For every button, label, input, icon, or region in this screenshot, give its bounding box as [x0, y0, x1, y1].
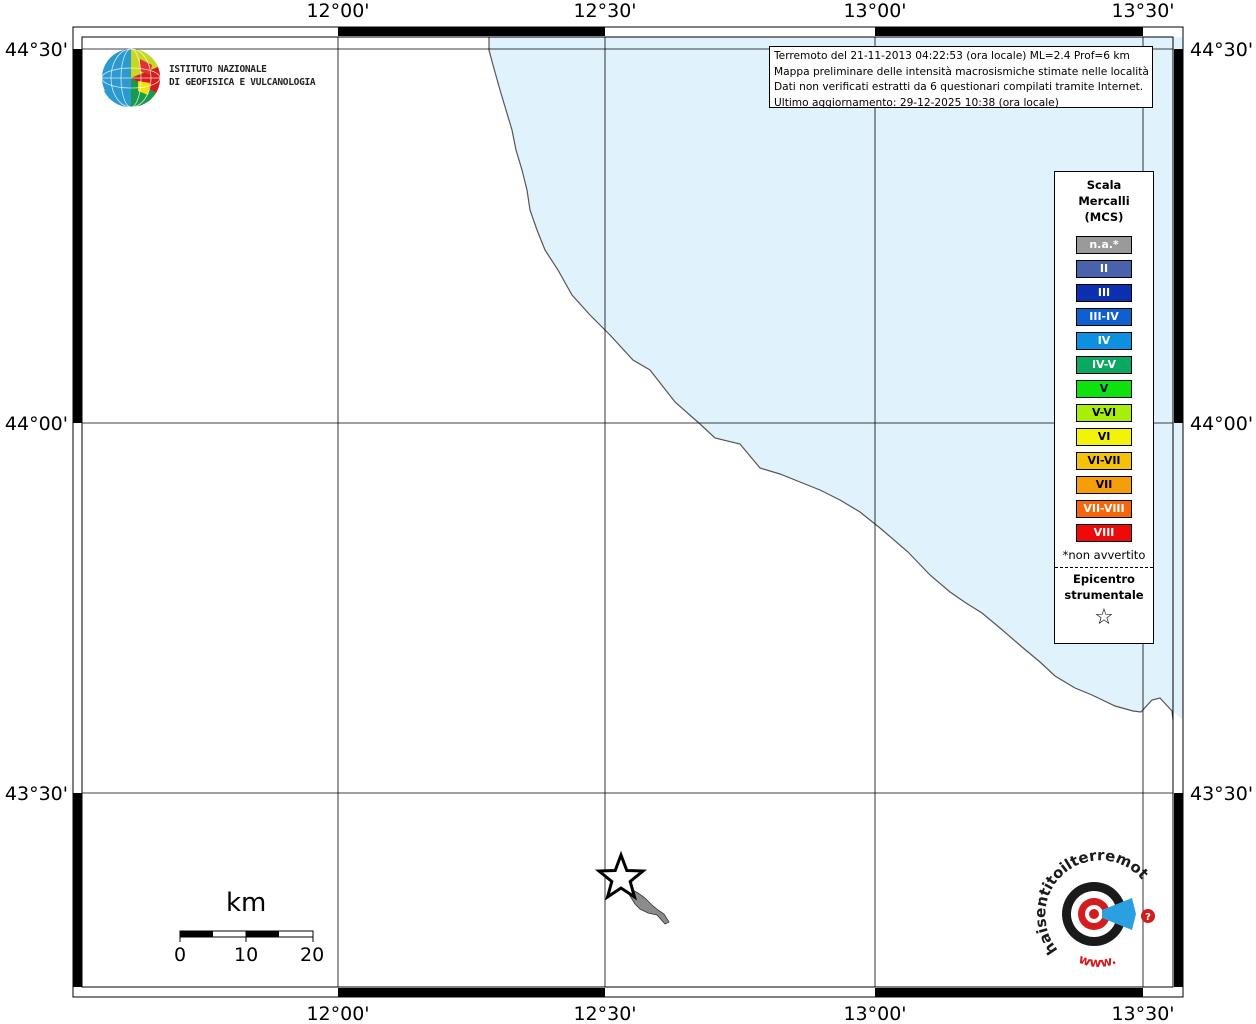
- ingv-line2: DI GEOFISICA E VULCANOLOGIA: [169, 77, 316, 88]
- scale-unit: km: [226, 888, 267, 918]
- lon-label-bottom: 12°00': [306, 1003, 369, 1024]
- ingv-logo: ISTITUTO NAZIONALE DI GEOFISICA E VULCAN…: [100, 47, 320, 111]
- legend-item: IV: [1076, 332, 1132, 350]
- top-longitude-labels: 12°00' 12°30' 13°00' 13°30': [306, 0, 1174, 22]
- legend-item: V-VI: [1076, 404, 1132, 422]
- lat-label-left: 44°00': [5, 413, 68, 435]
- legend-item: III-IV: [1076, 308, 1132, 326]
- lon-label-top: 13°30': [1111, 0, 1174, 22]
- globe-icon: [101, 48, 161, 108]
- scale-label-20: 20: [300, 944, 325, 966]
- legend-epicenter-line2: strumentale: [1064, 588, 1144, 602]
- lon-label-top: 12°00': [306, 0, 369, 22]
- lon-label-top: 13°00': [843, 0, 906, 22]
- lon-label-bottom: 13°00': [843, 1003, 906, 1024]
- info-line-data: Dati non verificati estratti da 6 questi…: [774, 81, 1144, 93]
- lat-label-right: 44°30': [1190, 39, 1253, 61]
- ingv-logo-text: ISTITUTO NAZIONALE DI GEOFISICA E VULCAN…: [169, 63, 316, 89]
- lat-label-left: 43°30': [5, 783, 68, 805]
- legend-item: IV-V: [1076, 356, 1132, 374]
- bottom-longitude-labels: 12°00' 12°30' 13°00' 13°30': [306, 1003, 1174, 1024]
- legend-item: V: [1076, 380, 1132, 398]
- info-line-update: Ultimo aggiornamento: 29-12-2025 10:38 (…: [774, 96, 1059, 108]
- legend-title-line3: (MCS): [1084, 210, 1124, 224]
- legend-items: n.a.* II III III-IV IV IV-V V V-VI VI VI-VII VII VI…: [1055, 236, 1153, 542]
- legend-epicenter-label: Epicentro strumentale: [1055, 571, 1153, 603]
- left-latitude-labels: 44°30' 44°00' 43°30': [5, 39, 68, 805]
- legend-item: III: [1076, 284, 1132, 302]
- legend-item: VII: [1076, 476, 1132, 494]
- svg-text:?: ?: [1145, 912, 1151, 923]
- legend-note: *non avvertito: [1062, 548, 1146, 562]
- legend-item: VIII: [1076, 524, 1132, 542]
- scale-label-0: 0: [174, 944, 187, 966]
- legend-title-line2: Mercalli: [1078, 194, 1130, 208]
- legend-title: Scala Mercalli (MCS): [1055, 177, 1153, 225]
- legend-item: VI-VII: [1076, 452, 1132, 470]
- legend-separator: [1055, 567, 1153, 568]
- lon-label-bottom: 12°30': [573, 1003, 636, 1024]
- info-line-event: Terremoto del 21-11-2013 04:22:53 (ora l…: [774, 50, 1130, 62]
- lat-label-right: 43°30': [1190, 783, 1253, 805]
- scale-label-10: 10: [234, 944, 259, 966]
- legend-title-line1: Scala: [1086, 178, 1122, 192]
- legend-item: VI: [1076, 428, 1132, 446]
- ingv-line1: ISTITUTO NAZIONALE: [169, 64, 267, 75]
- lat-label-left: 44°30': [5, 39, 68, 61]
- info-line-map: Mappa preliminare delle intensità macros…: [774, 65, 1149, 78]
- legend-item: n.a.*: [1076, 236, 1132, 254]
- svg-text:www.: www.: [1076, 952, 1118, 971]
- earthquake-info-box: Terremoto del 21-11-2013 04:22:53 (ora l…: [769, 46, 1153, 108]
- legend-item: II: [1076, 260, 1132, 278]
- right-latitude-labels: 44°30' 44°00' 43°30': [1190, 39, 1253, 805]
- lat-label-right: 44°00': [1190, 413, 1253, 435]
- legend-item: VII-VIII: [1076, 500, 1132, 518]
- lon-label-top: 12°30': [573, 0, 636, 22]
- mcs-legend: Scala Mercalli (MCS) n.a.* II III III-IV IV I…: [1054, 171, 1154, 644]
- scale-bar: km 0 10 20: [170, 888, 340, 968]
- legend-epicenter-line1: Epicentro: [1073, 572, 1135, 586]
- lon-label-bottom: 13°30': [1111, 1003, 1174, 1024]
- legend-star-icon: ☆: [1094, 605, 1114, 630]
- brand-www: www.: [1076, 952, 1118, 971]
- epicenter-star-icon: [594, 850, 648, 901]
